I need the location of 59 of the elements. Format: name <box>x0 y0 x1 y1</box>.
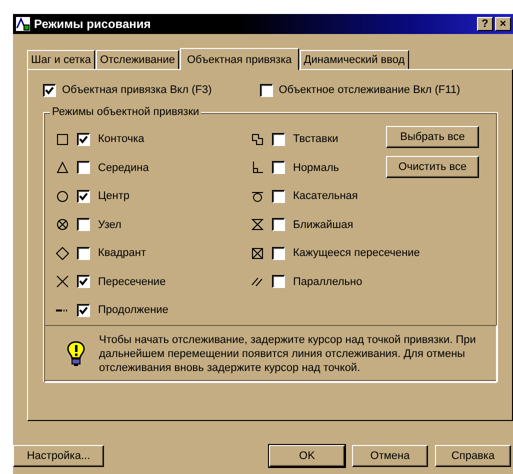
tangent-icon <box>251 190 264 203</box>
action-button[interactable]: Очистить все <box>386 156 479 178</box>
checkbox-label: Пересечение <box>98 276 166 288</box>
dialog-button[interactable]: Отмена <box>352 445 428 467</box>
checkbox[interactable] <box>77 218 90 232</box>
apparent-icon <box>251 246 264 260</box>
window-title: Режимы рисования <box>34 17 152 31</box>
checkbox-label: Конточка <box>98 133 144 146</box>
app-icon <box>15 16 31 32</box>
checkbox-label: Продолжение <box>98 304 168 316</box>
help-button[interactable]: ? <box>477 17 493 31</box>
checkbox-label: Объектная привязка Вкл (F3) <box>62 84 212 96</box>
checkbox-label: Касательная <box>293 190 358 202</box>
action-button[interactable]: Выбрать все <box>386 126 479 148</box>
tab[interactable]: Объектная привязка <box>180 48 299 70</box>
cross-icon <box>56 275 69 288</box>
checkbox-label: Нормаль <box>293 162 340 174</box>
dialog-button[interactable]: OK <box>269 445 345 467</box>
checkbox-label: Ближайшая <box>293 218 354 231</box>
checkbox[interactable] <box>272 218 285 232</box>
nearest-icon <box>251 218 264 232</box>
tab[interactable]: Шаг и сетка <box>27 50 95 69</box>
perpendicular-icon <box>251 161 264 174</box>
checkbox[interactable] <box>77 275 90 288</box>
checkbox[interactable] <box>43 84 56 96</box>
checkbox[interactable] <box>77 161 90 174</box>
checkbox-label: Параллельно <box>293 276 362 288</box>
diamond-icon <box>56 246 69 260</box>
checkbox-label: Квадрант <box>98 247 146 260</box>
checkbox[interactable] <box>77 190 90 203</box>
checkbox-label: Узел <box>98 218 122 231</box>
triangle-icon <box>56 161 69 174</box>
lightbulb-icon <box>67 341 85 367</box>
node-icon <box>56 218 69 232</box>
checkbox[interactable] <box>77 246 90 260</box>
checkbox[interactable] <box>272 132 285 146</box>
checkbox[interactable] <box>272 275 285 288</box>
checkbox-label: Кажущееся пересечение <box>293 247 420 260</box>
dialog-button[interactable]: Справка <box>435 445 511 467</box>
square-icon <box>56 132 69 146</box>
insertion-icon <box>251 132 264 146</box>
group-title: Режимы объектной привязки <box>50 106 202 118</box>
checkbox[interactable] <box>272 190 285 203</box>
checkbox[interactable] <box>77 132 90 146</box>
checkbox-label: Середина <box>98 162 149 174</box>
checkbox[interactable] <box>260 84 273 96</box>
tab[interactable]: Динамический ввод <box>300 50 409 69</box>
hint-text: Чтобы начать отслеживание, задержите курсор над точкой привязки. При дальнейшем перемещении появится линия отслеживания. Для отмены отслеживания вновь задержите курсор над точкой. <box>99 333 477 375</box>
circle-icon <box>56 190 69 203</box>
checkbox[interactable] <box>272 161 285 174</box>
tab[interactable]: Отслеживание <box>96 50 179 69</box>
parallel-icon <box>251 275 264 288</box>
close-button[interactable]: × <box>495 17 511 31</box>
checkbox-label: Твставки <box>293 133 338 146</box>
checkbox-label: Объектное отслеживание Вкл (F11) <box>278 84 460 96</box>
checkbox-label: Центр <box>98 190 130 202</box>
checkbox[interactable] <box>272 246 285 260</box>
checkbox[interactable] <box>77 304 90 317</box>
settings-button[interactable]: Настройка... <box>13 445 104 467</box>
